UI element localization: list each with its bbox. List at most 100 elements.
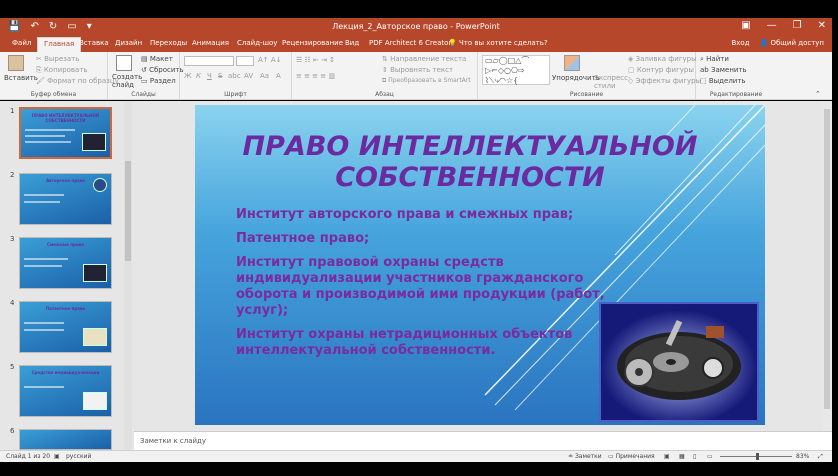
text-direction-button[interactable]: ⇅ Направление текста [382, 55, 466, 63]
thumb-line [24, 201, 60, 203]
font-color-icon[interactable]: A [276, 72, 281, 80]
thumb-line [24, 265, 62, 267]
layout-button[interactable]: ▤ Макет [141, 55, 173, 63]
current-slide[interactable]: ПРАВО ИНТЕЛЛЕКТУАЛЬНОЙ СОБСТВЕННОСТИ Инс… [195, 105, 765, 425]
notes-placeholder: Заметки к слайду [140, 437, 207, 445]
slide-thumbnail-3[interactable]: Смежные права [19, 237, 112, 289]
new-slide-button[interactable]: Создать слайд [112, 73, 142, 89]
language-indicator[interactable]: русский [66, 453, 91, 460]
shadow-button[interactable]: abc [228, 72, 241, 80]
list-buttons-icon[interactable]: ☰ ☷ ⇤ ⇥ ↕ [296, 56, 335, 64]
minimize-button[interactable]: — [767, 20, 777, 31]
shape-fill-button[interactable]: ◈ Заливка фигуры [628, 55, 697, 63]
scroll-thumb[interactable] [824, 109, 830, 409]
copy-button[interactable]: ⎘ Копировать [36, 66, 88, 75]
format-painter-button[interactable]: 🖌 Формат по образцу [36, 77, 119, 85]
clipart-image[interactable] [599, 302, 759, 422]
notes-pane[interactable]: Заметки к слайду [134, 431, 832, 450]
slide-body[interactable]: Институт авторского права и смежных прав… [236, 207, 616, 367]
slide-counter: Слайд 1 из 20 [6, 453, 51, 460]
slide-editor: ПРАВО ИНТЕЛЛЕКТУАЛЬНОЙ СОБСТВЕННОСТИ Инс… [134, 101, 822, 431]
collapse-ribbon-icon[interactable]: ⌃ [815, 90, 821, 98]
sorter-view-icon[interactable]: ▦ [679, 453, 685, 460]
tell-me-box[interactable]: 💡 Что вы хотите сделать? [448, 39, 548, 47]
strikethrough-button[interactable]: S [218, 72, 222, 80]
tab-design[interactable]: Дизайн [115, 39, 142, 47]
slide-thumbnail-5[interactable]: Средства индивидуализации [19, 365, 112, 417]
zoom-slider-thumb[interactable] [756, 453, 759, 460]
thumb-line [25, 135, 65, 137]
ribbon-display-button[interactable]: ▣ [741, 20, 750, 31]
find-label: Найти [706, 55, 729, 63]
paste-icon[interactable] [8, 55, 24, 71]
tab-view[interactable]: Вид [345, 39, 359, 47]
restore-button[interactable]: ❐ [793, 20, 802, 31]
normal-view-icon[interactable]: ▣ [664, 453, 670, 460]
thumb-title: Смежные права [47, 242, 84, 247]
paste-button[interactable]: Вставить [4, 74, 38, 82]
bullet-text: Институт авторского права и смежных прав… [236, 207, 574, 222]
slide-thumbnail-2[interactable]: Авторское право [19, 173, 112, 225]
smartart-button[interactable]: ⧉ Преобразовать в SmartArt [382, 77, 471, 85]
font-name-select[interactable] [184, 56, 234, 66]
slide-title-line-2: СОБСТВЕННОСТИ [335, 162, 605, 193]
cut-button[interactable]: ✂ Вырезать [36, 55, 79, 63]
slide-thumbnail-6[interactable] [19, 429, 112, 450]
zoom-level[interactable]: 83% [796, 453, 809, 460]
tab-review[interactable]: Рецензирование [282, 39, 343, 47]
shape-outline-button[interactable]: ▢ Контур фигуры [628, 66, 694, 74]
comments-toggle-label: Примечания [615, 453, 655, 460]
align-buttons-icon[interactable]: ≡ ≡ ≡ ≡ ▥ [296, 72, 335, 80]
share-button[interactable]: 👤 Общий доступ [760, 39, 824, 47]
bold-button[interactable]: Ж [184, 72, 192, 80]
shape-effects-button[interactable]: ◇ Эффекты фигуры [628, 77, 701, 85]
thumbnails-scrollbar[interactable] [124, 101, 132, 450]
slide-thumbnail-4[interactable]: Патентное право [19, 301, 112, 353]
screen-edge [832, 0, 838, 476]
find-button[interactable]: ⌕ Найти [700, 55, 729, 64]
tab-pdf-architect[interactable]: PDF Architect 6 Creator [369, 39, 451, 47]
tab-file[interactable]: Файл [12, 39, 31, 47]
quick-styles-button[interactable]: Экспресс-стили [594, 74, 631, 90]
align-text-button[interactable]: ⇕ Выровнять текст [382, 66, 453, 74]
char-spacing-button[interactable]: AV [244, 72, 253, 80]
notes-toggle[interactable]: ≐ Заметки [568, 453, 602, 460]
grow-font-icon[interactable]: A↑ A↓ [258, 56, 282, 64]
tab-transitions[interactable]: Переходы [150, 39, 187, 47]
tab-insert[interactable]: Вставка [79, 39, 109, 47]
slide-title[interactable]: ПРАВО ИНТЕЛЛЕКТУАЛЬНОЙ СОБСТВЕННОСТИ [240, 131, 700, 193]
comments-toggle[interactable]: ▭ Примечания [608, 453, 655, 460]
tab-slideshow[interactable]: Слайд-шоу [237, 39, 277, 47]
clipboard-group-label: Буфер обмена [30, 91, 77, 98]
scroll-thumb[interactable] [125, 161, 131, 261]
arrange-icon[interactable] [564, 55, 580, 71]
slide-scrollbar[interactable] [822, 101, 832, 431]
change-case-button[interactable]: Aa [260, 72, 269, 80]
select-button[interactable]: ⬚ Выделить [700, 77, 746, 85]
slide-thumbnail-1[interactable]: ПРАВО ИНТЕЛЛЕКТУАЛЬНОЙ СОБСТВЕННОСТИ [19, 107, 112, 159]
thumb-line [25, 129, 75, 131]
tab-home[interactable]: Главная [37, 37, 82, 52]
fit-slide-icon[interactable]: ⤢ [818, 453, 823, 461]
reset-button[interactable]: ↺ Сбросить [141, 66, 184, 74]
close-button[interactable]: ✕ [818, 20, 826, 31]
font-size-select[interactable] [236, 56, 254, 66]
underline-button[interactable]: Ч [207, 72, 212, 80]
slideshow-view-icon[interactable]: ▭ [707, 453, 713, 460]
replace-button[interactable]: ab Заменить [700, 66, 747, 74]
new-slide-icon[interactable] [116, 55, 132, 71]
shapes-gallery[interactable]: ▭▱◯□△⌒ ▷⌐◇○⎔⇨ ⌇⟍⤷◠☆{ [482, 55, 550, 85]
reading-view-icon[interactable]: ▯ [693, 453, 696, 460]
spellcheck-icon[interactable]: ▣ [54, 453, 60, 460]
italic-button[interactable]: К [196, 72, 201, 80]
arrange-button[interactable]: Упорядочить [552, 74, 600, 82]
thumb-line [24, 194, 64, 196]
section-button[interactable]: ▭ Раздел [141, 77, 176, 85]
tab-animations[interactable]: Анимация [192, 39, 229, 47]
select-label: Выделить [708, 77, 746, 85]
thumb-image [82, 133, 106, 151]
clipboard-group: Вставить ✂ Вырезать ⎘ Копировать 🖌 Форма… [0, 52, 119, 100]
thumb-image [83, 328, 107, 346]
window-title: Лекция_2_Авторское право - PowerPoint [332, 22, 500, 31]
signin-link[interactable]: Вход [731, 39, 749, 47]
